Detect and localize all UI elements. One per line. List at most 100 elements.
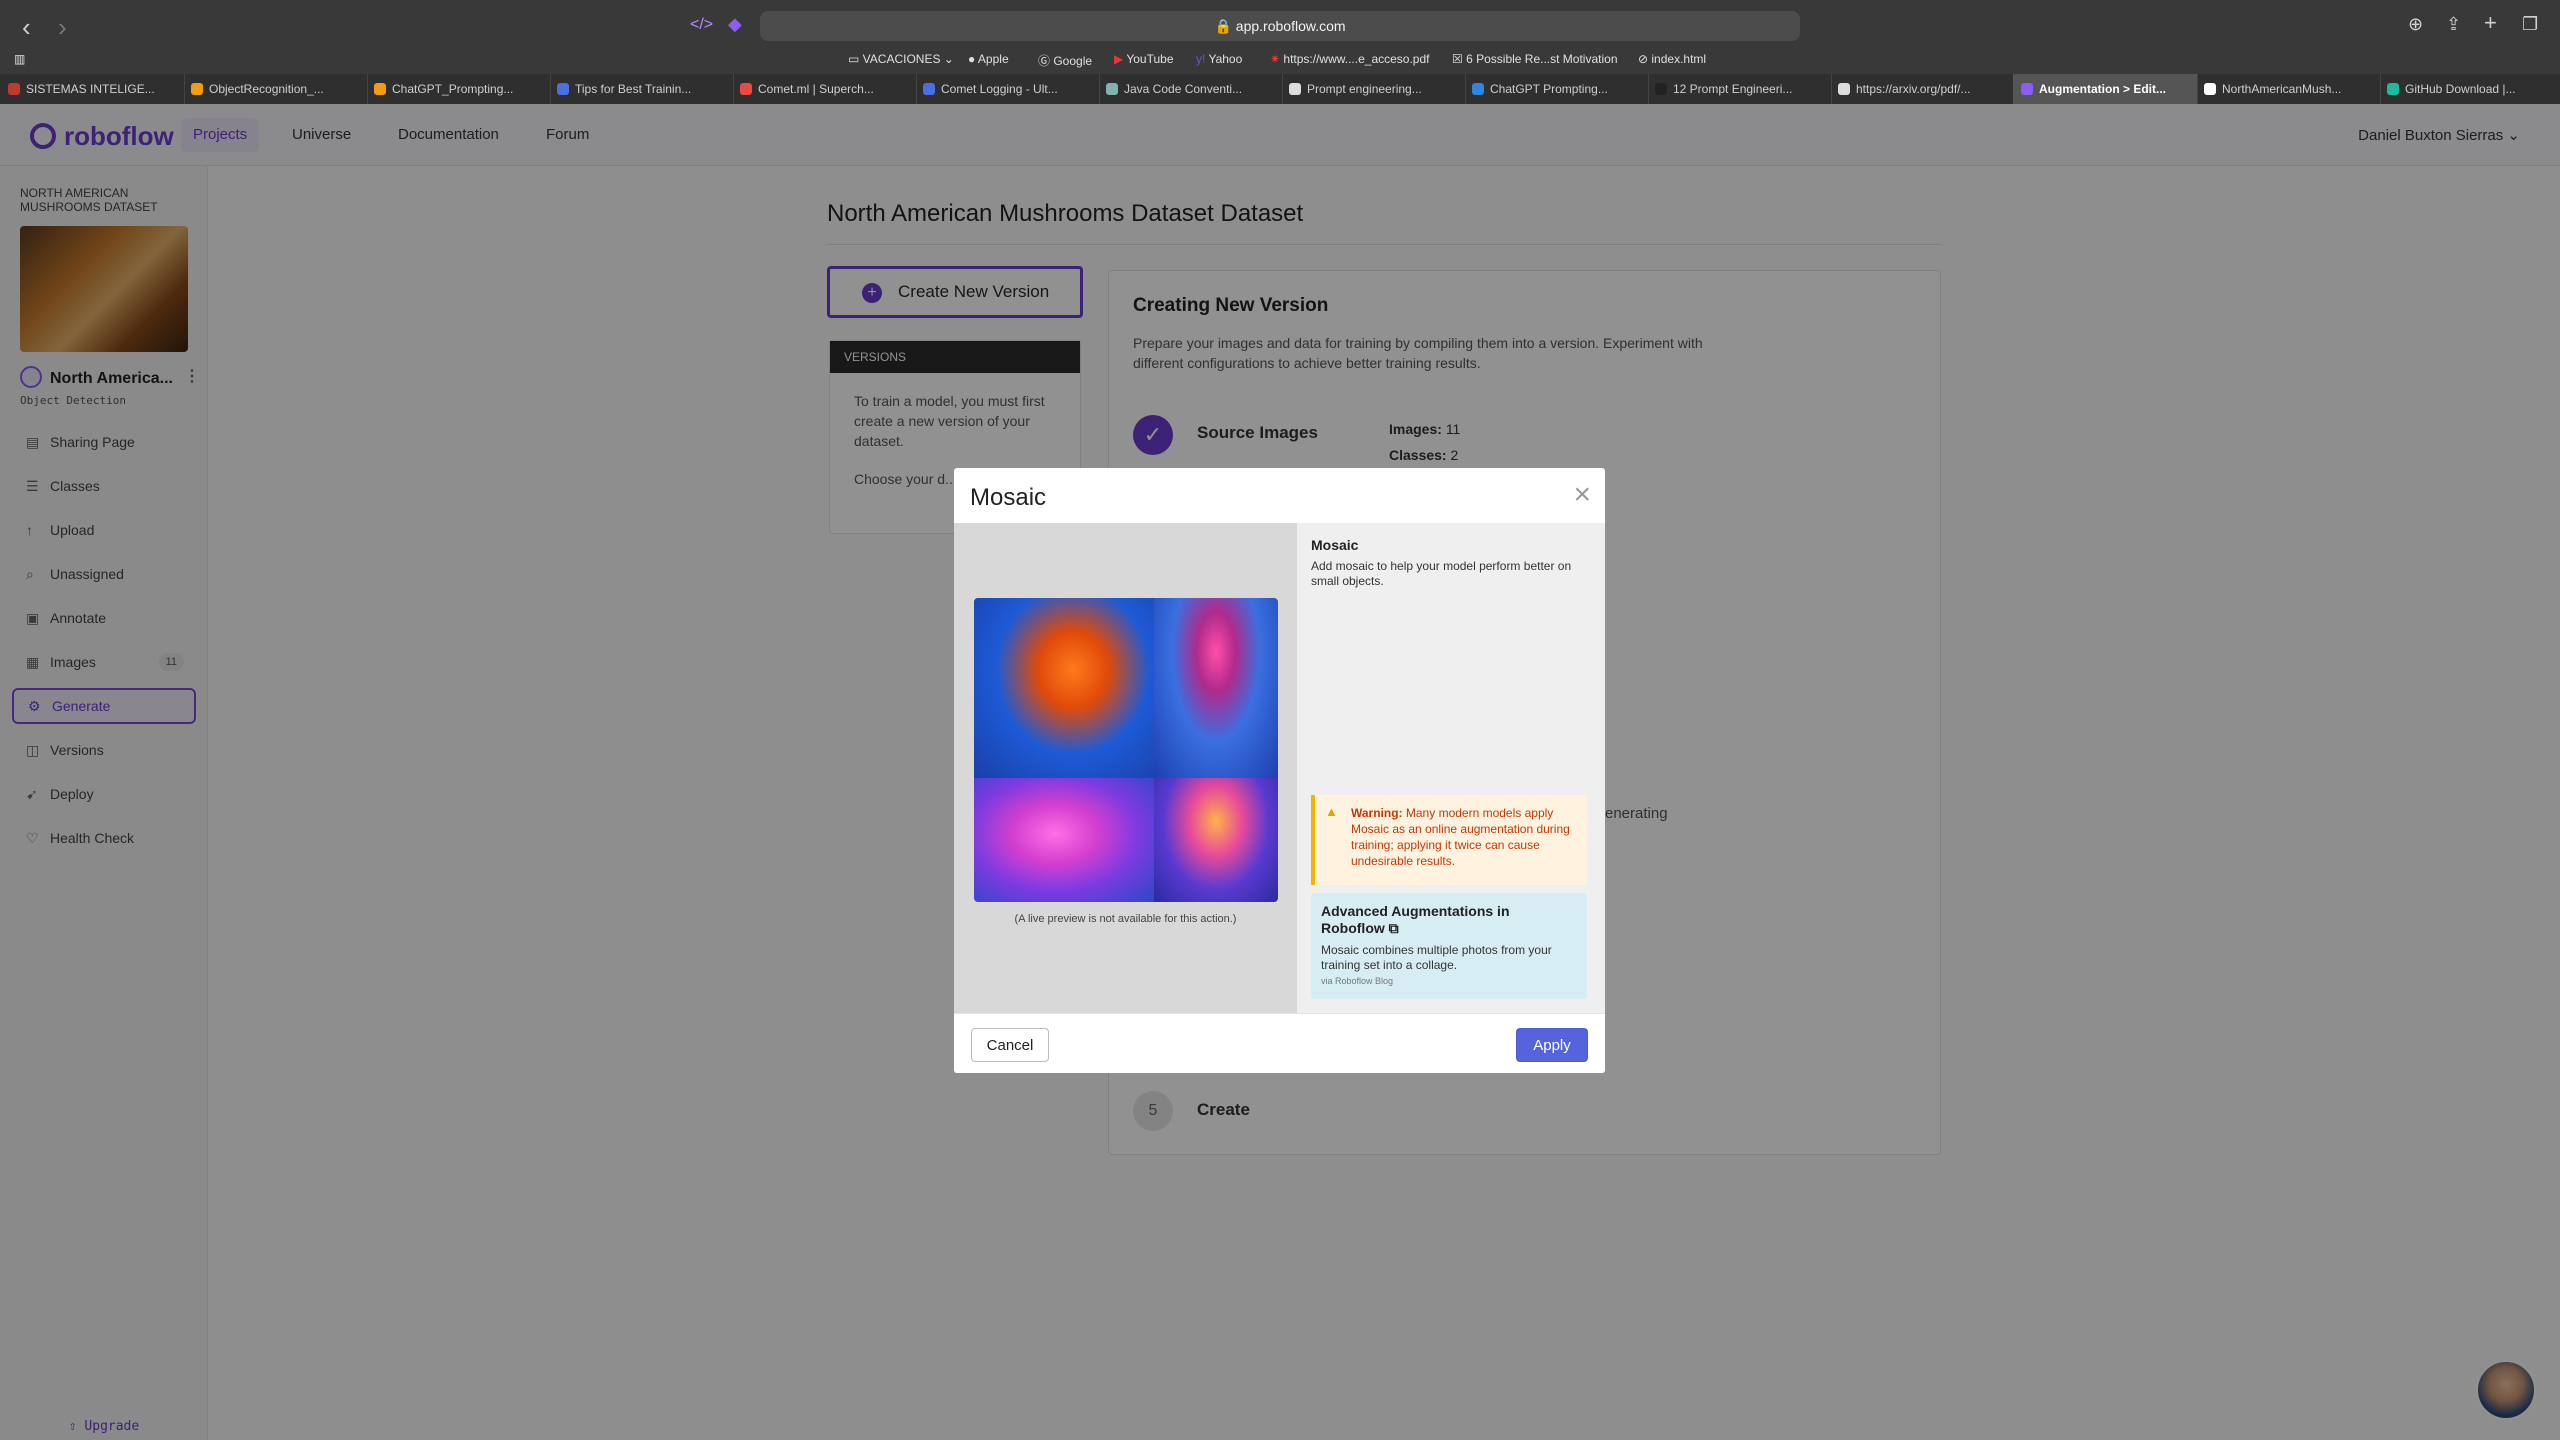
forward-icon[interactable]: › — [58, 12, 67, 43]
tab-label: NorthAmericanMush... — [2222, 82, 2342, 96]
mosaic-tile — [1154, 778, 1278, 902]
tab-strip: SISTEMAS INTELIGE... ObjectRecognition_..… — [0, 74, 2560, 104]
bookmark-pdf[interactable]: ✷ https://www....e_acceso.pdf — [1270, 52, 1429, 66]
adv-source: via Roboflow Blog — [1321, 976, 1394, 986]
mosaic-preview-image — [974, 598, 1278, 902]
tab-favicon-icon — [191, 83, 203, 95]
tab-favicon-icon — [8, 83, 20, 95]
bookmarks-bar: ▥ ▭ VACACIONES ⌄ ● Apple Ⓖ Google ▶ YouT… — [0, 48, 2560, 70]
adv-title-label: Advanced Augmentations in Roboflow — [1321, 903, 1510, 936]
tab-label: Java Code Conventi... — [1124, 82, 1243, 96]
adv-title: Advanced Augmentations in Roboflow ⧉ — [1321, 903, 1577, 937]
bookmark-label: VACACIONES — [862, 52, 941, 66]
bookmark-label: 6 Possible Re...st Motivation — [1466, 52, 1618, 66]
tab-favicon-icon — [1655, 83, 1667, 95]
bookmark-label: Google — [1053, 54, 1093, 68]
info-title: Mosaic — [1311, 537, 1359, 553]
preview-pane: (A live preview is not available for thi… — [954, 523, 1297, 1013]
adv-description: Mosaic combines multiple photos from you… — [1321, 943, 1552, 972]
browser-tab[interactable]: ObjectRecognition_... — [183, 74, 368, 104]
bookmark-label: Apple — [977, 52, 1009, 66]
browser-tab[interactable]: GitHub Download |... — [2379, 74, 2560, 104]
tab-favicon-icon — [740, 83, 752, 95]
tab-label: ChatGPT Prompting... — [1490, 82, 1608, 96]
tab-favicon-icon — [1838, 83, 1850, 95]
sidebar-toggle-icon[interactable]: ▥ — [14, 52, 25, 66]
warning-icon: ▲ — [1325, 804, 1338, 819]
tab-favicon-icon — [2021, 83, 2033, 95]
youtube-icon: ▶ — [1114, 52, 1124, 66]
tab-favicon-icon — [1289, 83, 1301, 95]
bookmark-vacaciones[interactable]: ▭ VACACIONES ⌄ — [848, 52, 954, 66]
tab-favicon-icon — [923, 83, 935, 95]
url-text: app.roboflow.com — [1235, 18, 1346, 34]
tab-favicon-icon — [2204, 83, 2216, 95]
tab-label: Comet.ml | Superch... — [758, 82, 874, 96]
external-link-icon[interactable]: ⧉ — [1389, 920, 1399, 936]
info-pane: Mosaic Add mosaic to help your model per… — [1297, 523, 1605, 1013]
url-bar[interactable]: 🔒 app.roboflow.com — [760, 11, 1800, 41]
tab-favicon-icon — [1472, 83, 1484, 95]
download-icon[interactable]: ⊕ — [2408, 14, 2423, 35]
tab-label: SISTEMAS INTELIGE... — [26, 82, 155, 96]
bookmark-label: Yahoo — [1208, 52, 1243, 66]
browser-tab[interactable]: ChatGPT_Prompting... — [366, 74, 551, 104]
browser-chrome: ‹ › </> ◆ 🔒 app.roboflow.com ⊕ ⇪ + ❐ ▥ ▭… — [0, 0, 2560, 104]
share-icon[interactable]: ⇪ — [2446, 14, 2461, 35]
browser-tab[interactable]: NorthAmericanMush... — [2196, 74, 2381, 104]
browser-tab[interactable]: Tips for Best Trainin... — [549, 74, 734, 104]
bookmark-label: https://www....e_acceso.pdf — [1283, 52, 1430, 66]
tab-label: ChatGPT_Prompting... — [392, 82, 514, 96]
browser-tab[interactable]: Augmentation > Edit... — [2013, 74, 2198, 104]
tab-favicon-icon — [557, 83, 569, 95]
preview-note: (A live preview is not available for thi… — [1014, 913, 1237, 925]
tab-label: Tips for Best Trainin... — [575, 82, 692, 96]
info-description: Add mosaic to help your model perform be… — [1311, 559, 1572, 588]
tab-label: ObjectRecognition_... — [209, 82, 324, 96]
modal-footer: Cancel Apply — [954, 1013, 1605, 1073]
bookmark-motivation[interactable]: ☒ 6 Possible Re...st Motivation — [1452, 52, 1618, 66]
tab-label: 12 Prompt Engineeri... — [1673, 82, 1793, 96]
yahoo-icon: y! — [1196, 52, 1206, 66]
browser-tab[interactable]: Comet Logging - Ult... — [915, 74, 1100, 104]
tab-favicon-icon — [1106, 83, 1118, 95]
tab-label: https://arxiv.org/pdf/... — [1856, 82, 1971, 96]
browser-tab[interactable]: SISTEMAS INTELIGE... — [0, 74, 185, 104]
browser-tab[interactable]: Java Code Conventi... — [1098, 74, 1283, 104]
tab-label: Comet Logging - Ult... — [941, 82, 1058, 96]
browser-tab[interactable]: Comet.ml | Superch... — [732, 74, 917, 104]
extension-icon[interactable]: ◆ — [728, 14, 742, 35]
bookmark-yahoo[interactable]: y! Yahoo — [1196, 52, 1242, 66]
tab-label: GitHub Download |... — [2405, 82, 2516, 96]
warning-box: ▲ Warning: Many modern models apply Mosa… — [1311, 795, 1587, 885]
modal-title: Mosaic — [970, 484, 1047, 511]
bookmark-google[interactable]: Ⓖ Google — [1038, 52, 1092, 69]
tab-favicon-icon — [374, 83, 386, 95]
tab-label: Augmentation > Edit... — [2039, 82, 2167, 96]
warning-label: Warning: — [1351, 806, 1403, 820]
browser-tab[interactable]: https://arxiv.org/pdf/... — [1830, 74, 2015, 104]
bookmark-label: YouTube — [1126, 52, 1174, 66]
mosaic-tile — [1154, 598, 1278, 778]
cancel-button[interactable]: Cancel — [971, 1028, 1049, 1062]
bookmark-youtube[interactable]: ▶ YouTube — [1114, 52, 1174, 66]
browser-tab[interactable]: ChatGPT Prompting... — [1464, 74, 1649, 104]
browser-tab[interactable]: 12 Prompt Engineeri... — [1647, 74, 1832, 104]
pdf-icon: ✷ — [1270, 52, 1281, 66]
tab-overview-icon[interactable]: ❐ — [2522, 14, 2538, 35]
bookmark-index[interactable]: ⊘ index.html — [1638, 52, 1706, 66]
close-icon[interactable]: × — [1573, 478, 1591, 512]
back-icon[interactable]: ‹ — [22, 12, 31, 43]
tab-label: Prompt engineering... — [1307, 82, 1422, 96]
mosaic-modal: Mosaic × (A live preview is not availabl… — [954, 468, 1605, 1073]
mosaic-tile — [974, 598, 1154, 778]
bookmark-apple[interactable]: ● Apple — [968, 52, 1009, 66]
tab-favicon-icon — [2387, 83, 2399, 95]
mosaic-tile — [974, 778, 1154, 902]
bookmark-label: index.html — [1651, 52, 1707, 66]
advanced-augmentations-card[interactable]: Advanced Augmentations in Roboflow ⧉ Mos… — [1311, 893, 1587, 999]
new-tab-icon[interactable]: + — [2484, 10, 2497, 36]
code-icon[interactable]: </> — [690, 16, 713, 34]
browser-tab[interactable]: Prompt engineering... — [1281, 74, 1466, 104]
apply-button[interactable]: Apply — [1516, 1028, 1588, 1062]
